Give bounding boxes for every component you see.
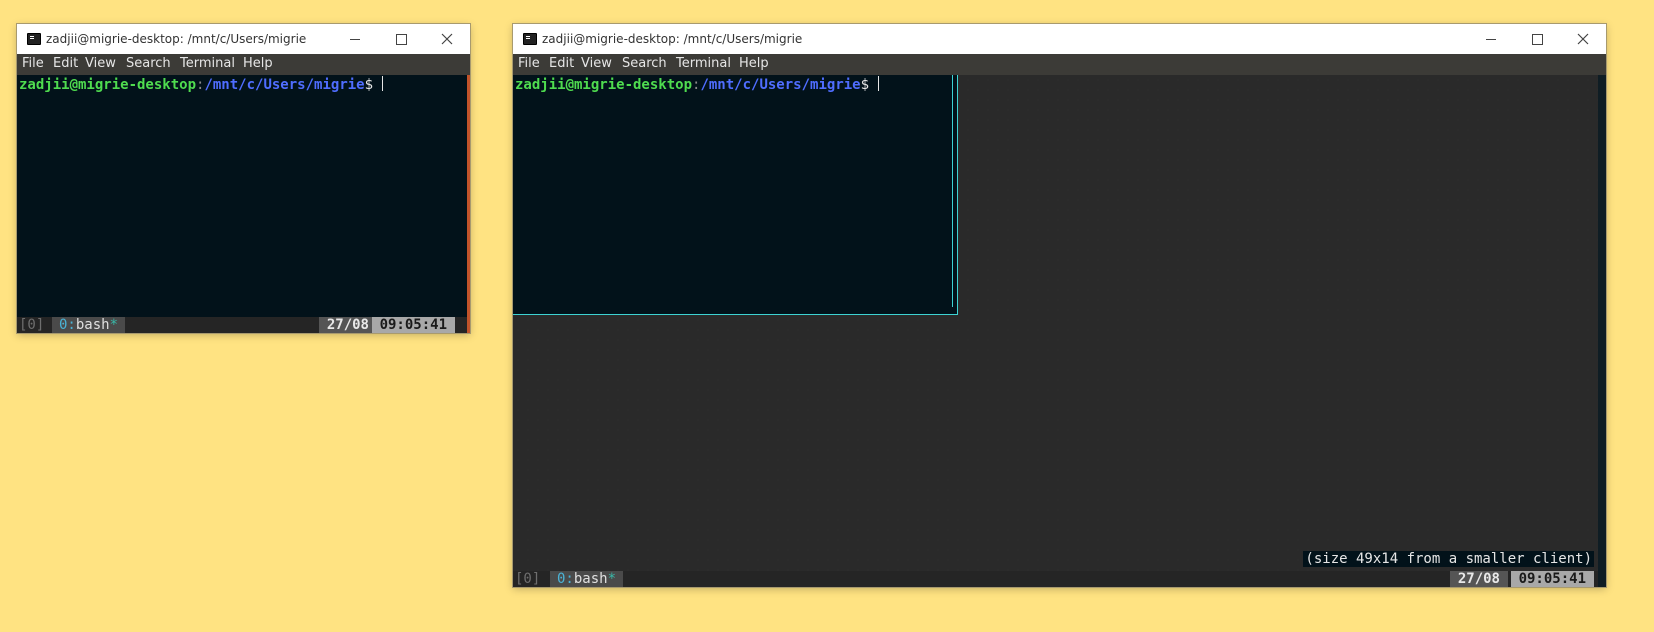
menu-help[interactable]: Help: [739, 56, 769, 71]
scrollbar[interactable]: [1598, 75, 1606, 587]
window-title: zadjii@migrie-desktop: /mnt/c/Users/migr…: [46, 32, 307, 46]
prompt-path: /mnt/c/Users/migrie: [204, 77, 365, 93]
title-bar[interactable]: zadjii@migrie-desktop: /mnt/c/Users/migr…: [17, 24, 470, 54]
close-button[interactable]: [424, 24, 470, 54]
prompt-dollar: $: [860, 77, 870, 93]
terminal-app-icon: [523, 33, 537, 45]
maximize-button[interactable]: [1514, 24, 1560, 54]
maximize-button[interactable]: [378, 24, 424, 54]
menu-file[interactable]: File: [22, 56, 44, 71]
menu-view[interactable]: View: [85, 56, 116, 71]
tmux-client-pane[interactable]: zadjii@migrie-desktop:/mnt/c/Users/migri…: [513, 75, 958, 315]
status-time: 09:05:41: [1510, 571, 1594, 587]
prompt-path: /mnt/c/Users/migrie: [700, 77, 861, 93]
text-cursor: [878, 76, 880, 91]
menu-search[interactable]: Search: [126, 56, 171, 71]
shell-prompt: zadjii@migrie-desktop:/mnt/c/Users/migri…: [19, 76, 384, 94]
menu-file[interactable]: File: [518, 56, 540, 71]
close-button[interactable]: [1560, 24, 1606, 54]
menu-terminal[interactable]: Terminal: [676, 56, 731, 71]
status-window-tab[interactable]: 0:bash*: [52, 317, 126, 333]
prompt-dollar: $: [364, 77, 374, 93]
terminal-area[interactable]: zadjii@migrie-desktop:/mnt/c/Users/migri…: [513, 75, 1606, 587]
status-session: [0]: [19, 317, 45, 333]
title-bar[interactable]: zadjii@migrie-desktop: /mnt/c/Users/migr…: [513, 24, 1606, 54]
tmux-status-bar: [0] 0:bash* 27/08 09:05:41: [513, 571, 1598, 587]
status-window-name: bash: [75, 317, 110, 333]
status-date: 27/08: [1449, 571, 1508, 587]
terminal-area[interactable]: zadjii@migrie-desktop:/mnt/c/Users/migri…: [17, 75, 470, 333]
status-window-name: bash: [573, 571, 608, 587]
menu-search[interactable]: Search: [622, 56, 667, 71]
size-message: (size 49x14 from a smaller client): [1303, 551, 1594, 567]
terminal-window-large[interactable]: zadjii@migrie-desktop: /mnt/c/Users/migr…: [513, 24, 1606, 587]
scrollbar[interactable]: [467, 75, 470, 333]
shell-prompt: zadjii@migrie-desktop:/mnt/c/Users/migri…: [515, 76, 880, 94]
text-cursor: [382, 76, 384, 91]
menu-edit[interactable]: Edit: [549, 56, 574, 71]
pane-border: [952, 75, 953, 308]
menu-bar: File Edit View Search Terminal Help: [17, 54, 470, 75]
minimize-button[interactable]: [1468, 24, 1514, 54]
prompt-user-host: zadjii@migrie-desktop: [19, 77, 197, 93]
status-date: 27/08: [318, 317, 377, 333]
menu-terminal[interactable]: Terminal: [180, 56, 235, 71]
status-window-tab[interactable]: 0:bash*: [550, 571, 624, 587]
close-icon: [1577, 33, 1589, 45]
menu-edit[interactable]: Edit: [53, 56, 78, 71]
terminal-window-small[interactable]: zadjii@migrie-desktop: /mnt/c/Users/migr…: [17, 24, 470, 333]
status-window-flag: *: [607, 571, 617, 587]
pane-gap: [513, 307, 953, 308]
menu-bar: File Edit View Search Terminal Help: [513, 54, 1606, 75]
window-title: zadjii@migrie-desktop: /mnt/c/Users/migr…: [542, 32, 803, 46]
terminal-app-icon: [27, 33, 41, 45]
minimize-button[interactable]: [332, 24, 378, 54]
status-time: 09:05:41: [371, 317, 455, 333]
close-icon: [441, 33, 453, 45]
status-session: [0]: [515, 571, 541, 587]
status-window-index: 0:: [59, 317, 76, 333]
status-window-index: 0:: [557, 571, 574, 587]
menu-view[interactable]: View: [581, 56, 612, 71]
prompt-user-host: zadjii@migrie-desktop: [515, 77, 693, 93]
tmux-status-bar: [0] 0:bash* 27/08 09:05:41: [17, 317, 467, 333]
status-window-flag: *: [109, 317, 119, 333]
menu-help[interactable]: Help: [243, 56, 273, 71]
